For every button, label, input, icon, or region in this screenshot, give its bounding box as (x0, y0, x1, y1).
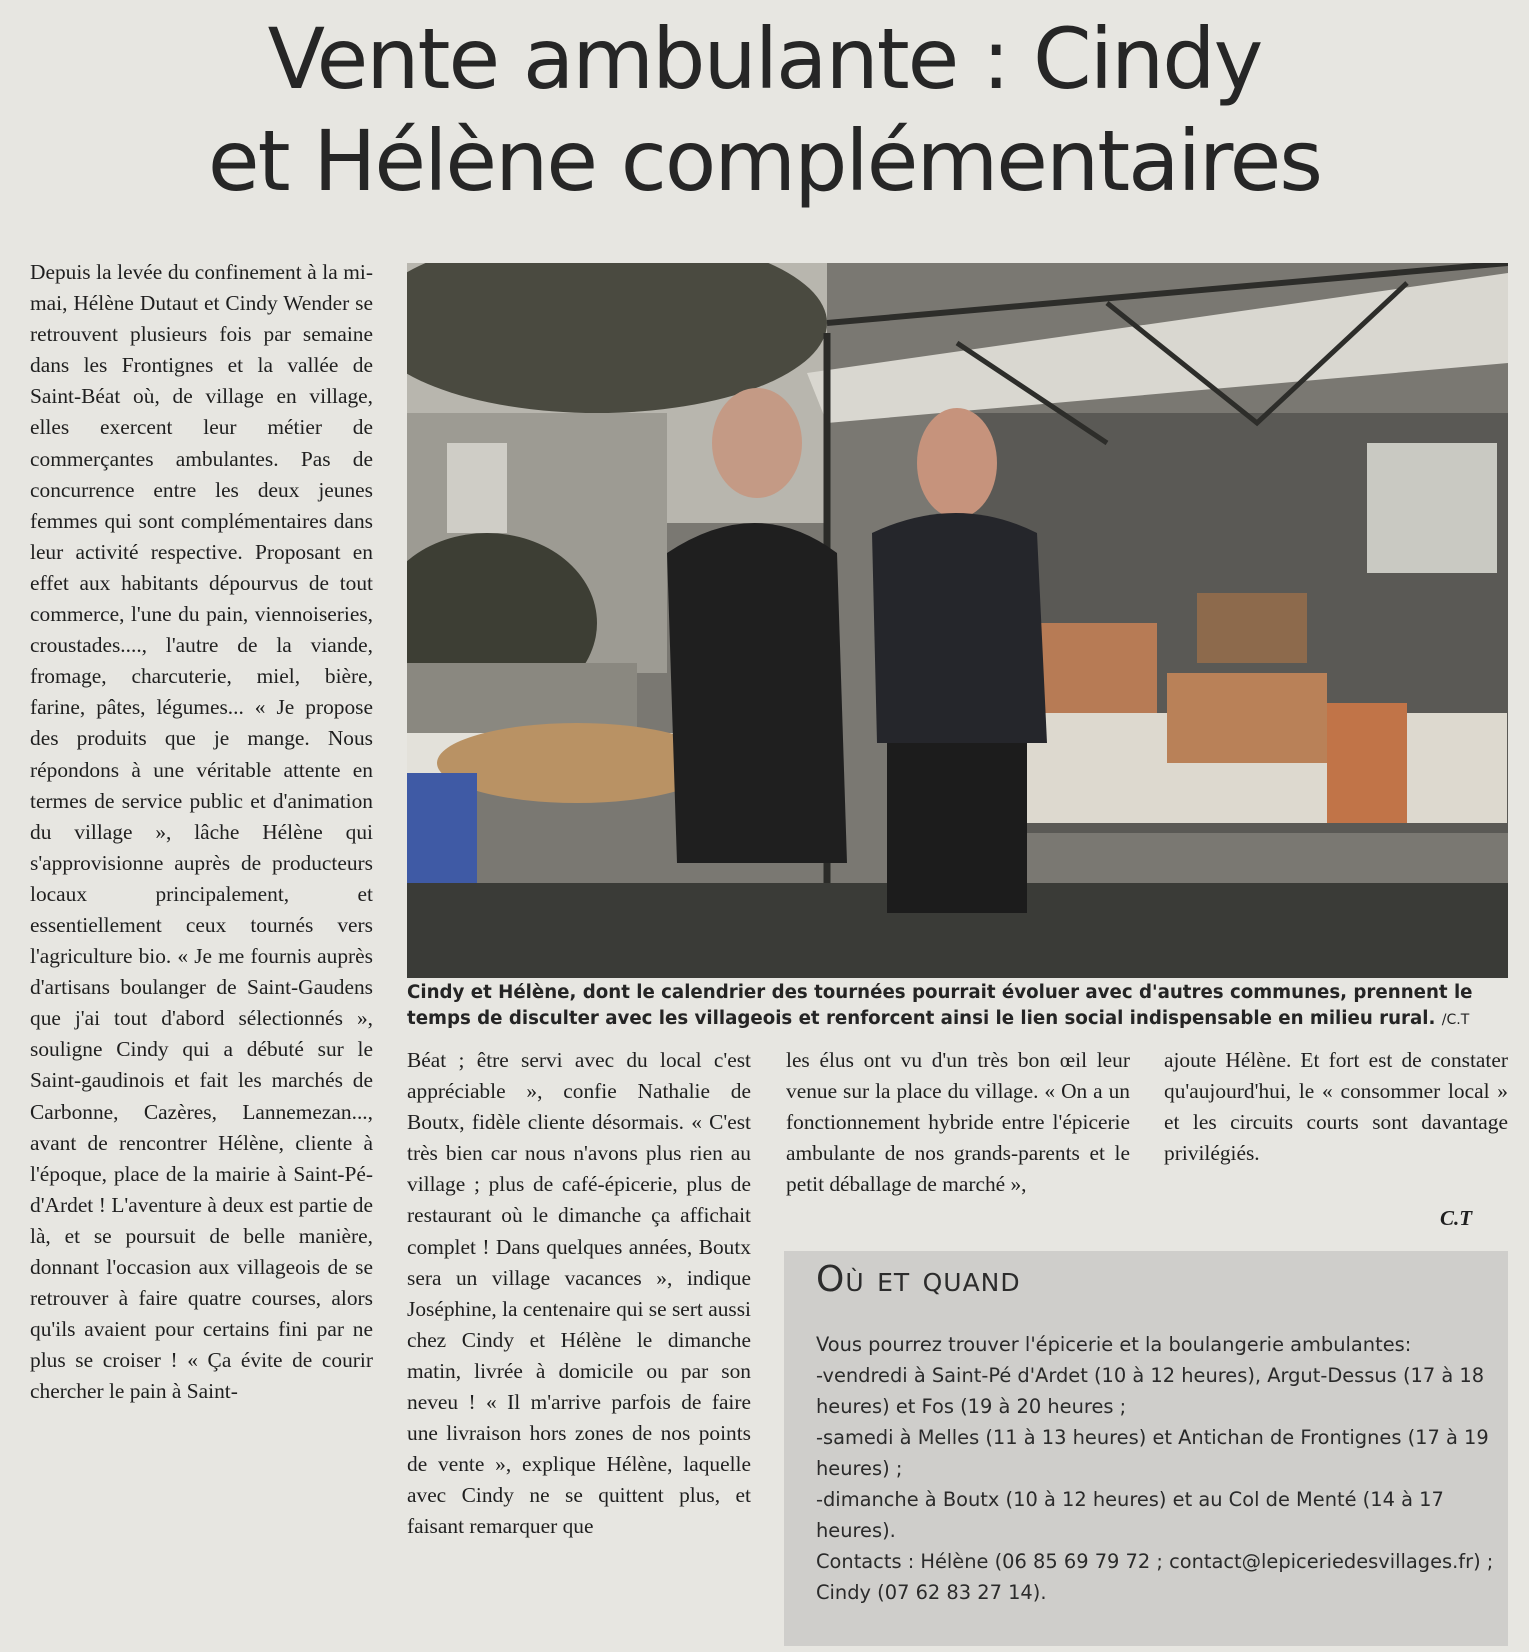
photo-credit: /C.T (1441, 1012, 1470, 1028)
headline: Vente ambulante : Cindy et Hélène complé… (0, 8, 1529, 212)
headline-line-1: Vente ambulante : Cindy (267, 10, 1264, 108)
info-box-line: -samedi à Melles (11 à 13 heures) et Ant… (816, 1426, 1489, 1480)
article-column-4: ajoute Hélène. Et fort est de constater … (1164, 1048, 1508, 1166)
photo-caption: Cindy et Hélène, dont le calendrier des … (407, 980, 1508, 1033)
byline: C.T (1440, 1206, 1473, 1230)
article-column-1: Depuis la levée du confinement à la mi-m… (30, 260, 373, 1404)
info-box-title: Où et quand (816, 1259, 1021, 1300)
caption-text: Cindy et Hélène, dont le calendrier des … (407, 982, 1473, 1029)
headline-line-2: et Hélène complémentaires (207, 112, 1323, 210)
info-box: Où et quand Vous pourrez trouver l'épice… (784, 1251, 1508, 1646)
info-box-body: Vous pourrez trouver l'épicerie et la bo… (816, 1329, 1496, 1608)
article-column-3: les élus ont vu d'un très bon œil leur v… (786, 1048, 1130, 1197)
photo-market-stall (407, 263, 1508, 978)
market-stall-illustration (407, 263, 1508, 978)
article-column-2: Béat ; être servi avec du local c'est ap… (407, 1048, 751, 1539)
info-box-line: -dimanche à Boutx (10 à 12 heures) et au… (816, 1488, 1444, 1542)
info-box-line: -vendredi à Saint-Pé d'Ardet (10 à 12 he… (816, 1364, 1485, 1418)
info-box-line: Contacts : Hélène (06 85 69 79 72 ; cont… (816, 1550, 1494, 1604)
info-box-line: Vous pourrez trouver l'épicerie et la bo… (816, 1333, 1412, 1356)
